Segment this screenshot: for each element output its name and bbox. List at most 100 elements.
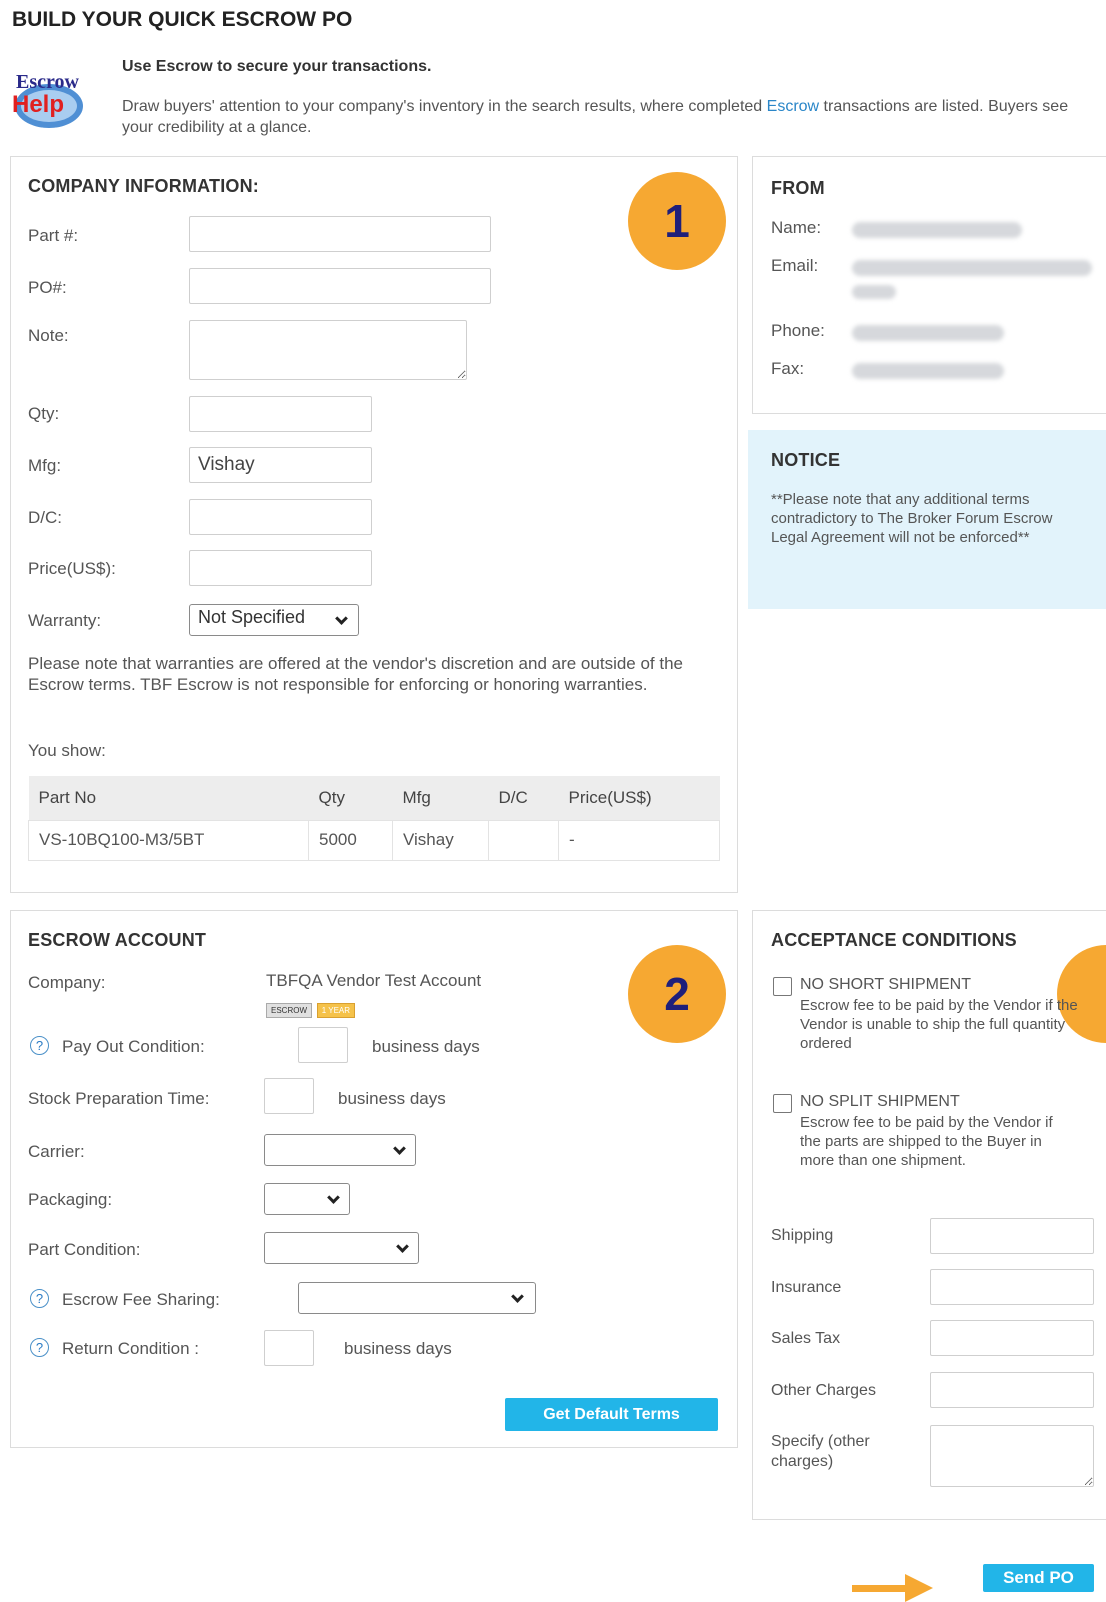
notice-text: **Please note that any additional terms … (771, 491, 1053, 546)
sales-tax-label: Sales Tax (771, 1330, 841, 1347)
mfg-input[interactable] (189, 447, 372, 483)
from-name-value-redacted (852, 222, 1022, 238)
from-email-value-redacted-line2 (852, 285, 896, 299)
table-header-row: Part No Qty Mfg D/C Price(US$) (28, 776, 720, 820)
escrow-link[interactable]: Escrow (767, 98, 819, 115)
acceptance-conditions-title: ACCEPTANCE CONDITIONS (771, 930, 1017, 950)
warranty-select[interactable]: Not Specified (189, 604, 359, 636)
from-name-label: Name: (771, 218, 822, 237)
page-title: BUILD YOUR QUICK ESCROW PO (12, 8, 353, 31)
insurance-input[interactable] (930, 1269, 1094, 1305)
packaging-select[interactable] (264, 1183, 350, 1215)
escrow-help-logo: Escrow Help (10, 66, 88, 130)
other-charges-input[interactable] (930, 1372, 1094, 1408)
from-phone-label: Phone: (771, 321, 825, 340)
po-number-input[interactable] (189, 268, 491, 304)
pay-out-condition-label: Pay Out Condition: (62, 1037, 205, 1056)
table-cell-dc (488, 819, 559, 861)
no-split-shipment-checkbox[interactable] (773, 1094, 792, 1113)
pay-out-business-days: business days (372, 1037, 480, 1056)
pay-out-help-icon[interactable]: ? (30, 1036, 49, 1055)
qty-input[interactable] (189, 396, 372, 432)
escrow-company-value: TBFQA Vendor Test Account (266, 971, 482, 990)
mfg-label: Mfg: (28, 456, 62, 475)
no-split-shipment-text: Escrow fee to be paid by the Vendor if t… (800, 1114, 1053, 1169)
return-condition-days-input[interactable] (264, 1330, 314, 1366)
from-fax-label: Fax: (771, 359, 805, 378)
send-po-button[interactable]: Send PO (983, 1564, 1094, 1592)
chevron-down-icon (393, 1142, 406, 1155)
carrier-select[interactable] (264, 1134, 416, 1166)
get-default-terms-button[interactable]: Get Default Terms (505, 1398, 718, 1431)
escrow-fee-sharing-help-icon[interactable]: ? (30, 1289, 49, 1308)
table-header-price: Price(US$) (558, 776, 720, 820)
logo-word-help: Help (12, 91, 64, 118)
sales-tax-input[interactable] (930, 1320, 1094, 1356)
from-email-label: Email: (771, 256, 819, 275)
return-condition-label: Return Condition : (62, 1339, 200, 1358)
dc-input[interactable] (189, 499, 372, 535)
chevron-down-icon (396, 1240, 409, 1253)
no-short-shipment-text: Escrow fee to be paid by the Vendor if t… (800, 997, 1078, 1052)
no-short-shipment-checkbox[interactable] (773, 977, 792, 996)
you-show-table: Part No Qty Mfg D/C Price(US$) VS-10BQ10… (28, 776, 720, 861)
return-condition-help-icon[interactable]: ? (30, 1338, 49, 1357)
part-number-label: Part #: (28, 226, 79, 245)
note-label: Note: (28, 326, 69, 345)
note-textarea[interactable] (189, 320, 467, 380)
escrow-tag: ESCROW (266, 1003, 312, 1018)
warranty-label: Warranty: (28, 611, 102, 630)
from-email-value-redacted (852, 260, 1092, 276)
shipping-input[interactable] (930, 1218, 1094, 1254)
table-header-dc: D/C (488, 776, 559, 820)
part-condition-label: Part Condition: (28, 1240, 141, 1259)
escrow-account-title: ESCROW ACCOUNT (28, 930, 207, 950)
table-header-mfg: Mfg (392, 776, 489, 820)
warranty-note: Please note that warranties are offered … (28, 654, 684, 694)
chevron-down-icon (335, 612, 348, 625)
dc-label: D/C: (28, 508, 62, 527)
escrow-membership-tags: ESCROW 1 YEAR (266, 998, 356, 1018)
qty-label: Qty: (28, 404, 60, 423)
specify-other-charges-textarea[interactable] (930, 1425, 1094, 1487)
escrow-fee-sharing-select[interactable] (298, 1282, 536, 1314)
table-cell-mfg: Vishay (392, 819, 489, 861)
packaging-label: Packaging: (28, 1190, 113, 1209)
send-po-arrow-shaft (852, 1585, 907, 1592)
other-charges-label: Other Charges (771, 1382, 876, 1399)
escrow-company-label: Company: (28, 973, 106, 992)
specify-other-charges-label: Specify (other charges) (771, 1433, 870, 1470)
escrow-fee-sharing-label: Escrow Fee Sharing: (62, 1290, 220, 1309)
intro-heading: Use Escrow to secure your transactions. (122, 58, 432, 75)
insurance-label: Insurance (771, 1279, 842, 1296)
stock-preparation-days-input[interactable] (264, 1078, 314, 1114)
no-split-shipment-title: NO SPLIT SHIPMENT (800, 1093, 960, 1110)
you-show-label: You show: (28, 741, 106, 760)
table-header-qty: Qty (308, 776, 393, 820)
company-information-title: COMPANY INFORMATION: (28, 176, 259, 196)
shipping-label: Shipping (771, 1227, 834, 1244)
logo-word-escrow: Escrow (16, 71, 80, 93)
price-label: Price(US$): (28, 559, 116, 578)
step-2-badge: 2 (628, 945, 726, 1043)
from-title: FROM (771, 178, 825, 198)
from-phone-value-redacted (852, 325, 1004, 341)
return-business-days: business days (344, 1339, 452, 1358)
notice-title: NOTICE (771, 450, 841, 470)
chevron-down-icon (327, 1191, 340, 1204)
warranty-select-value: Not Specified (198, 607, 306, 627)
send-po-arrow-icon (905, 1574, 933, 1602)
part-number-input[interactable] (189, 216, 491, 252)
table-cell-part-no: VS-10BQ100-M3/5BT (28, 819, 309, 861)
stock-preparation-label: Stock Preparation Time: (28, 1089, 210, 1108)
intro-text: Draw buyers' attention to your company's… (122, 96, 1082, 138)
escrow-help-logo-graphic: Escrow Help (12, 71, 83, 128)
no-short-shipment-title: NO SHORT SHIPMENT (800, 976, 971, 993)
step-1-badge: 1 (628, 172, 726, 270)
table-cell-qty: 5000 (308, 819, 393, 861)
price-input[interactable] (189, 550, 372, 586)
part-condition-select[interactable] (264, 1232, 419, 1264)
pay-out-days-input[interactable] (298, 1027, 348, 1063)
years-tag: 1 YEAR (316, 1003, 356, 1018)
table-cell-price: - (558, 819, 720, 861)
